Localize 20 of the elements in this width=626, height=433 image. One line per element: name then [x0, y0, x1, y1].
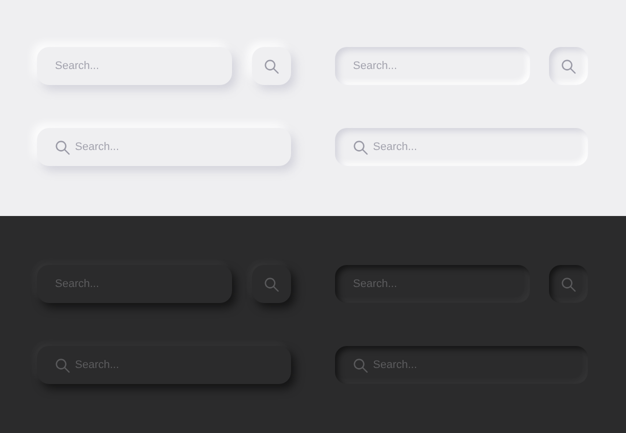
search-button[interactable]: [549, 265, 588, 303]
search-field[interactable]: Search...: [37, 128, 291, 166]
search-field[interactable]: Search...: [335, 47, 530, 85]
placeholder-text: Search...: [55, 60, 100, 72]
placeholder-text: Search...: [373, 141, 418, 153]
search-field[interactable]: Search...: [335, 128, 588, 166]
placeholder-text: Search...: [75, 141, 120, 153]
search-icon: [264, 276, 279, 292]
search-icon: [561, 276, 576, 292]
search-icon: [264, 58, 279, 74]
search-icon: [55, 140, 70, 154]
placeholder-text: Search...: [353, 60, 398, 72]
search-icon: [55, 358, 70, 372]
search-button[interactable]: [252, 265, 291, 303]
search-icon: [353, 140, 368, 154]
search-icon: [561, 58, 576, 74]
search-icon: [353, 358, 368, 372]
search-button[interactable]: [252, 47, 291, 85]
search-button[interactable]: [549, 47, 588, 85]
search-field[interactable]: Search...: [37, 47, 232, 85]
